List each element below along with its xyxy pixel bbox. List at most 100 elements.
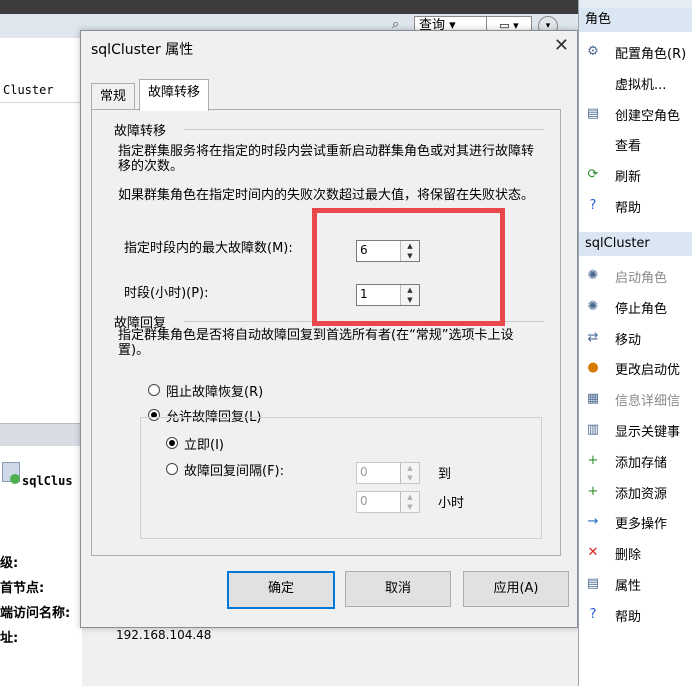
- actions-top-strip: [579, 0, 692, 8]
- properties-icon: ▤: [586, 576, 600, 591]
- ok-button[interactable]: 确定: [227, 571, 335, 609]
- failback-from-value: 0: [360, 465, 368, 479]
- help-icon: ?: [589, 606, 597, 622]
- action-item-label: 删除: [615, 548, 642, 564]
- critical-events-icon: ▥: [586, 422, 600, 437]
- configure-role-icon: ⚙: [587, 44, 599, 59]
- properties-dialog: sqlCluster 属性 ✕ 常规 故障转移 故障转移 指定群集服务将在指定的…: [80, 30, 578, 628]
- action-item[interactable]: ● 更改启动优: [579, 354, 692, 382]
- action-item-label: 更改启动优: [615, 363, 681, 379]
- immediately-radio[interactable]: [166, 437, 178, 449]
- action-item[interactable]: + 添加资源: [579, 478, 692, 506]
- dialog-title: sqlCluster 属性: [91, 42, 194, 58]
- action-item[interactable]: ⇄ 移动: [579, 324, 692, 352]
- title-bar: [0, 0, 578, 14]
- failover-description: 指定群集服务将在指定的时段内尝试重新启动群集角色或对其进行故障转移的次数。: [118, 144, 535, 174]
- failed-state-description: 如果群集角色在指定时间内的失败次数超过最大值，将保留在失败状态。: [118, 188, 535, 203]
- action-item[interactable]: ▤ 创建空角色: [579, 100, 692, 128]
- refresh-icon: ⟳: [587, 167, 599, 183]
- period-label: 时段(小时)(P):: [124, 286, 209, 301]
- info-details-icon: ▦: [586, 391, 600, 407]
- action-item-label: 属性: [615, 579, 642, 594]
- summary-label-client-access-name: 端访问名称:: [0, 606, 71, 621]
- add-resource-icon: +: [587, 483, 599, 499]
- failback-from-stepper[interactable]: 0 ▲ ▼: [356, 462, 420, 484]
- immediately-label[interactable]: 立即(I): [184, 434, 224, 453]
- summary-label-ip-address: 址:: [0, 631, 19, 646]
- action-item[interactable]: ✺ 停止角色: [579, 293, 692, 321]
- tab-failover-label: 故障转移: [148, 85, 201, 100]
- action-item-label: 虚拟机...: [615, 77, 667, 93]
- delete-icon: ✕: [587, 545, 599, 561]
- more-actions-icon: →: [587, 514, 599, 530]
- column-header-label: Cluster: [3, 83, 54, 97]
- action-item-label: 创建空角色: [615, 108, 681, 124]
- running-status-icon: [10, 474, 20, 484]
- to-label: 到: [438, 467, 452, 482]
- action-item[interactable]: ? 帮助: [579, 601, 692, 629]
- action-item[interactable]: ? 帮助: [579, 192, 692, 220]
- tab-general[interactable]: 常规: [91, 83, 136, 109]
- action-item[interactable]: ⟳ 刷新: [579, 161, 692, 189]
- spinner-arrows-icon[interactable]: ▲ ▼: [400, 492, 419, 512]
- group-divider: [184, 129, 544, 130]
- help-icon: ?: [589, 198, 597, 213]
- actions-header-sqlcluster[interactable]: sqlCluster: [579, 232, 692, 256]
- column-header[interactable]: Cluster: [0, 80, 82, 103]
- stop-role-icon: ✺: [587, 298, 599, 314]
- actions-header-roles[interactable]: 角色: [579, 8, 692, 32]
- failback-between-label[interactable]: 故障回复间隔(F):: [184, 460, 284, 479]
- action-item[interactable]: 查看: [579, 130, 692, 158]
- action-item-label: 显示关键事: [615, 425, 681, 440]
- summary-label-owner-node: 首节点:: [0, 581, 45, 596]
- action-item[interactable]: ▥ 显示关键事: [579, 416, 692, 444]
- summary-label-status: 级:: [0, 556, 19, 571]
- action-item-label: 停止角色: [615, 301, 668, 317]
- action-item-label: 添加存储: [615, 455, 668, 471]
- add-storage-icon: +: [587, 452, 599, 468]
- action-item-label: 更多操作: [615, 517, 668, 533]
- action-item[interactable]: ⚙ 配置角色(R): [579, 38, 692, 66]
- action-item[interactable]: 虚拟机...: [579, 69, 692, 97]
- failback-description: 指定群集角色是否将自动故障回复到首选所有者(在“常规”选项卡上设置)。: [118, 328, 514, 358]
- action-item-label: 帮助: [615, 201, 642, 216]
- close-icon[interactable]: ✕: [554, 35, 569, 56]
- prevent-failback-label[interactable]: 阻止故障恢复(R): [166, 381, 263, 400]
- action-item[interactable]: → 更多操作: [579, 508, 692, 536]
- failback-between-radio[interactable]: [166, 463, 178, 475]
- action-item[interactable]: ▦ 信息详细信: [579, 385, 692, 413]
- actions-pane: 角色 ⚙ 配置角色(R) 虚拟机... ▤ 创建空角色 查看 ⟳ 刷新? 帮助 sqlClust…: [578, 0, 692, 686]
- action-item[interactable]: ▤ 属性: [579, 570, 692, 598]
- summary-role-name: sqlClus: [22, 474, 73, 488]
- spinner-arrows-icon[interactable]: ▲ ▼: [400, 463, 419, 483]
- failback-to-value: 0: [360, 494, 368, 508]
- start-role-icon: ✺: [587, 268, 599, 283]
- splitter[interactable]: [0, 423, 82, 446]
- action-item-label: 配置角色(R): [615, 47, 687, 62]
- action-item-label: 启动角色: [615, 271, 668, 286]
- failover-group-title: 故障转移: [114, 124, 167, 139]
- summary-ip-value: 192.168.104.48: [116, 628, 212, 642]
- action-item-label: 查看: [615, 139, 642, 155]
- tab-failover[interactable]: 故障转移: [139, 79, 210, 111]
- failback-to-stepper[interactable]: 0 ▲ ▼: [356, 491, 420, 513]
- action-item-label: 信息详细信: [615, 394, 681, 410]
- change-priority-icon: ●: [587, 360, 599, 376]
- apply-button[interactable]: 应用(A): [463, 571, 569, 607]
- prevent-failback-radio[interactable]: [148, 384, 160, 396]
- hours-label: 小时: [438, 496, 465, 511]
- action-item-label: 添加资源: [615, 486, 668, 502]
- cancel-button[interactable]: 取消: [345, 571, 451, 607]
- tab-panel: 故障转移 指定群集服务将在指定的时段内尝试重新启动群集角色或对其进行故障转移的次…: [91, 109, 561, 556]
- action-item-label: 刷新: [615, 170, 642, 186]
- action-item[interactable]: ✕ 删除: [579, 539, 692, 567]
- action-item[interactable]: + 添加存储: [579, 447, 692, 475]
- max-failures-label: 指定时段内的最大故障数(M):: [124, 241, 293, 256]
- action-item-label: 移动: [615, 332, 642, 348]
- move-icon: ⇄: [587, 329, 599, 345]
- annotation-highlight-box: [312, 208, 505, 326]
- action-item[interactable]: ✺ 启动角色: [579, 262, 692, 290]
- action-item-label: 帮助: [615, 609, 642, 625]
- create-empty-role-icon: ▤: [586, 105, 600, 121]
- tab-general-label: 常规: [100, 89, 127, 104]
